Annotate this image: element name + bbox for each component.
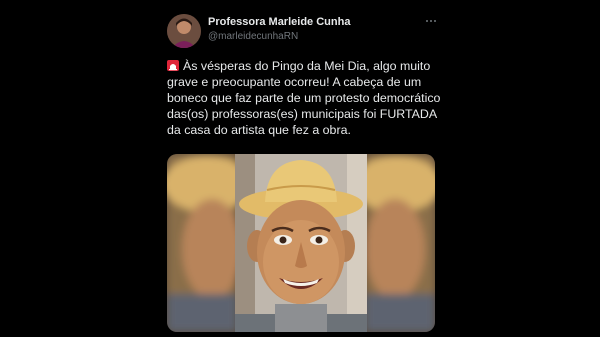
media-photo <box>167 154 435 332</box>
more-options-icon[interactable] <box>422 14 440 28</box>
central-photo <box>235 154 367 332</box>
tweet-body: Às vésperas do Pingo da Mei Dia, algo mu… <box>167 59 441 137</box>
tweet-card: Professora Marleide Cunha @marleidecunha… <box>150 0 450 337</box>
tweet-media[interactable] <box>167 154 435 332</box>
avatar-image <box>167 14 201 48</box>
author-name[interactable]: Professora Marleide Cunha <box>208 16 350 28</box>
author-avatar[interactable] <box>167 14 201 48</box>
police-siren-icon <box>167 60 179 71</box>
author-handle[interactable]: @marleidecunhaRN <box>208 31 298 42</box>
tweet-text: Às vésperas do Pingo da Mei Dia, algo mu… <box>167 58 445 138</box>
